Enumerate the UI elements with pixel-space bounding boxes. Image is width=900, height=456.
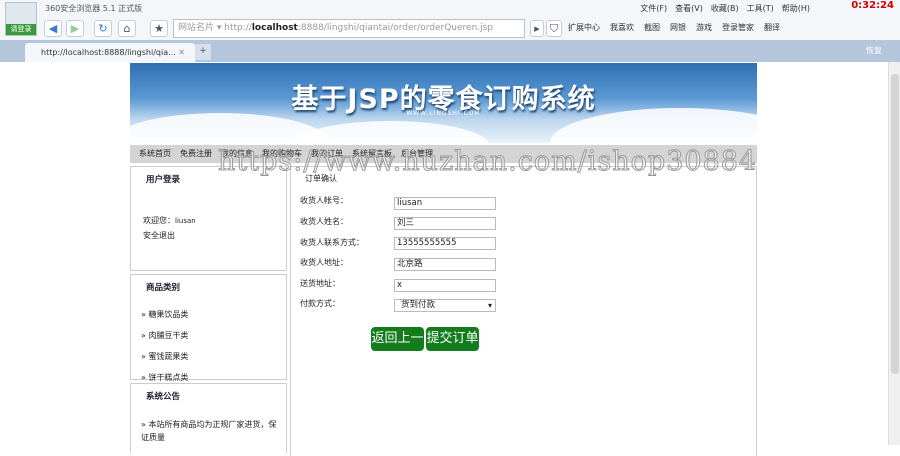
url-host: localhost xyxy=(251,23,298,33)
logout-link[interactable]: 安全退出 xyxy=(143,230,286,241)
category-item[interactable]: » 蜜饯蔬果类 xyxy=(141,351,286,362)
toolbar-tools: 扩展中心 我喜欢 截图 网银 游戏 登录管家 翻译 xyxy=(568,22,780,33)
delivery-address-label: 送货地址： xyxy=(300,279,340,288)
new-tab-icon[interactable]: + xyxy=(195,44,211,60)
watermark: https://www.huzhan.com/ishop30884 xyxy=(217,146,758,178)
menu-view[interactable]: 查看(V) xyxy=(675,3,703,14)
welcome-label: 欢迎您： xyxy=(143,216,175,225)
go-icon[interactable]: ▸ xyxy=(530,20,544,37)
back-button[interactable]: 返回上一步 xyxy=(371,327,424,370)
payment-select[interactable]: 货到付款 xyxy=(394,299,496,312)
browser-title: 360安全浏览器 5.1 正式版 xyxy=(45,4,143,13)
close-tab-icon[interactable]: ✕ xyxy=(178,48,185,57)
tab-bar: http://localhost:8888/lingshi/qia... ✕ +… xyxy=(0,40,900,62)
notice-box-title: 系统公告 xyxy=(146,392,181,402)
tab-title: http://localhost:8888/lingshi/qia... xyxy=(41,48,176,57)
toolbar: ◀ ▶ ↻ ⌂ ★ 网站名片 ▾ http://localhost:8888/l… xyxy=(0,17,900,40)
account-label: 收货人帐号： xyxy=(300,196,348,205)
address-bar[interactable]: 网站名片 ▾ http://localhost:8888/lingshi/qia… xyxy=(173,19,525,38)
star-icon[interactable]: ★ xyxy=(150,20,168,37)
url-path: :8888/lingshi/qiantai/order/orderQueren.… xyxy=(297,23,494,33)
phone-label: 收货人联系方式： xyxy=(300,238,364,247)
address-input[interactable]: 北京路 xyxy=(394,258,496,271)
delivery-address-input[interactable]: x xyxy=(394,279,496,292)
name-input[interactable]: 刘三 xyxy=(394,217,496,230)
clock: 0:32:24 xyxy=(851,0,894,11)
back-icon[interactable]: ◀ xyxy=(44,20,62,37)
extensions-button[interactable]: 扩展中心 xyxy=(568,22,600,33)
address-label: 收货人地址： xyxy=(300,258,348,267)
banner-subtitle: WWW.LINGSHI.COM xyxy=(406,110,481,117)
screenshot-button[interactable]: 截图 xyxy=(644,22,660,33)
phone-input[interactable]: 13555555555 xyxy=(394,237,496,250)
url-prefix: http:// xyxy=(224,23,252,33)
login-button[interactable]: 请登录 xyxy=(6,24,36,35)
notice-text[interactable]: » 本站所有商品均为正规厂家进货，保证质量 xyxy=(141,418,281,444)
category-item[interactable]: » 饼干糕点类 xyxy=(141,372,286,383)
title-bar: 360安全浏览器 5.1 正式版 文件(F) 查看(V) 收藏(B) 工具(T)… xyxy=(0,0,900,17)
scrollbar[interactable] xyxy=(888,62,900,445)
category-box-title: 商品类别 xyxy=(146,283,181,293)
menu-file[interactable]: 文件(F) xyxy=(640,3,667,14)
page: 基于JSP的零食订购系统 WWW.LINGSHI.COM 系统首页 免费注册 我… xyxy=(0,62,888,456)
menu-help[interactable]: 帮助(H) xyxy=(782,3,810,14)
notice-box: 系统公告 » 本站所有商品均为正规厂家进货，保证质量 xyxy=(130,383,287,453)
nav-register[interactable]: 免费注册 xyxy=(180,145,212,163)
username: liusan xyxy=(175,217,196,225)
account-input[interactable]: liusan xyxy=(394,197,496,210)
forward-icon[interactable]: ▶ xyxy=(66,20,84,37)
shield-icon[interactable]: ⛉ xyxy=(546,20,562,37)
refresh-icon[interactable]: ↻ xyxy=(94,20,112,37)
menu-favorites[interactable]: 收藏(B) xyxy=(711,3,739,14)
menu-bar: 文件(F) 查看(V) 收藏(B) 工具(T) 帮助(H) xyxy=(640,3,810,14)
tab-current[interactable]: http://localhost:8888/lingshi/qia... ✕ xyxy=(25,43,195,62)
login-box: 用户登录 欢迎您：liusan 安全退出 xyxy=(130,166,287,271)
restore-button[interactable]: 恢复 xyxy=(866,45,882,56)
home-icon[interactable]: ⌂ xyxy=(118,20,136,37)
payment-label: 付款方式： xyxy=(300,299,340,308)
payment-value: 货到付款 xyxy=(401,300,436,310)
menu-tools[interactable]: 工具(T) xyxy=(747,3,774,14)
games-button[interactable]: 游戏 xyxy=(696,22,712,33)
scrollbar-thumb[interactable] xyxy=(891,74,899,374)
like-button[interactable]: 我喜欢 xyxy=(610,22,634,33)
category-item[interactable]: » 肉脯豆干类 xyxy=(141,330,286,341)
order-confirm-panel: 订单确认 收货人帐号： liusan 收货人姓名： 刘三 收货人联系方式： 13… xyxy=(290,166,757,456)
login-manager-button[interactable]: 登录管家 xyxy=(722,22,754,33)
submit-order-button[interactable]: 提交订单 xyxy=(426,327,479,351)
category-box: 商品类别 » 糖果饮品类 » 肉脯豆干类 » 蜜饯蔬果类 » 饼干糕点类 xyxy=(130,274,287,383)
avatar[interactable]: 请登录 xyxy=(5,2,37,36)
bank-button[interactable]: 网银 xyxy=(670,22,686,33)
nav-home[interactable]: 系统首页 xyxy=(139,145,171,163)
banner: 基于JSP的零食订购系统 WWW.LINGSHI.COM xyxy=(130,63,757,143)
site-name[interactable]: 网站名片 xyxy=(178,23,214,33)
name-label: 收货人姓名： xyxy=(300,217,348,226)
category-item[interactable]: » 糖果饮品类 xyxy=(141,309,286,320)
translate-button[interactable]: 翻译 xyxy=(764,22,780,33)
